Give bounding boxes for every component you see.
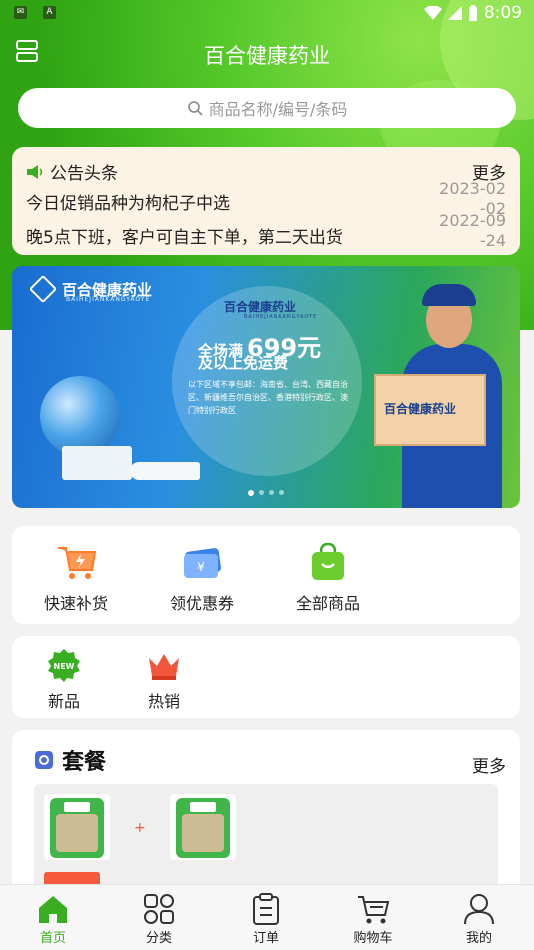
notice-title: 公告头条 bbox=[50, 164, 118, 184]
tab-home[interactable]: 首页 bbox=[13, 893, 93, 946]
battery-icon bbox=[468, 5, 477, 21]
tab-category[interactable]: 分类 bbox=[119, 893, 199, 946]
app-header: 百合健康药业 bbox=[0, 36, 534, 76]
banner-promo-line2: 及以上免运费 bbox=[198, 354, 289, 372]
banner-area-note: 以下区域不享包邮：海南省、台湾、西藏自治区、新疆维吾尔自治区、香港特别行政区、澳… bbox=[188, 380, 348, 415]
carousel-dot[interactable] bbox=[248, 490, 254, 496]
svg-text:NEW: NEW bbox=[54, 662, 75, 671]
tab-orders[interactable]: 订单 bbox=[226, 893, 306, 946]
search-input[interactable]: 商品名称/编号/条码 bbox=[18, 88, 516, 128]
parcel-box-label: 百合健康药业 bbox=[384, 402, 457, 416]
combo-more-link[interactable]: 更多 bbox=[472, 752, 506, 777]
quick-action-all-products[interactable]: 全部商品 bbox=[278, 540, 378, 614]
plus-icon: + bbox=[134, 820, 146, 836]
truck-illustration bbox=[62, 446, 132, 480]
combo-title: 套餐 bbox=[62, 750, 107, 775]
train-illustration bbox=[130, 462, 200, 480]
courier-cap bbox=[422, 284, 476, 306]
carousel-dot[interactable] bbox=[259, 490, 264, 495]
category-card: NEW 新品 热销 bbox=[12, 636, 520, 718]
notice-date: 2022-09-24 bbox=[439, 211, 506, 250]
tab-cart[interactable]: 购物车 bbox=[333, 893, 413, 946]
category-new[interactable]: NEW 新品 bbox=[14, 648, 114, 712]
home-icon bbox=[39, 896, 67, 923]
cart-lightning-icon bbox=[54, 540, 98, 584]
brand-logo-icon bbox=[30, 276, 56, 302]
search-icon bbox=[187, 101, 203, 116]
bottom-tab-bar: 首页 分类 订单 购物车 我的 bbox=[0, 884, 534, 950]
app-notification-icon: A bbox=[43, 6, 56, 19]
megaphone-icon bbox=[27, 164, 43, 179]
carousel-dot[interactable] bbox=[269, 490, 274, 495]
notice-header: 公告头条 bbox=[26, 159, 118, 184]
carousel-dot[interactable] bbox=[279, 490, 284, 495]
crown-icon bbox=[146, 648, 182, 682]
wifi-icon bbox=[423, 6, 442, 20]
coupon-icon: ¥ bbox=[180, 540, 224, 584]
banner-brand-secondary-en: BAIHEJIANKANGYAOYE bbox=[244, 314, 318, 320]
quick-actions-card: 快速补货 ¥ 领优惠券 全部商品 bbox=[12, 526, 520, 624]
category-icon bbox=[144, 894, 174, 924]
notice-item[interactable]: 晚5点下班，客户可自主下单，第二天出货 bbox=[26, 223, 343, 248]
combo-item[interactable]: + bbox=[34, 784, 498, 894]
carousel-indicator bbox=[248, 490, 284, 496]
notice-card: 公告头条 更多 今日促销品种为枸杞子中选 2023-02-02 晚5点下班，客户… bbox=[12, 147, 520, 255]
banner-brand-en: BAIHEJIANKANGYAOYE bbox=[66, 296, 151, 303]
notice-item[interactable]: 今日促销品种为枸杞子中选 bbox=[26, 189, 230, 214]
shopping-bag-icon bbox=[306, 540, 350, 584]
signal-icon bbox=[447, 6, 462, 20]
combo-header: 套餐 bbox=[34, 744, 106, 776]
product-thumbnail[interactable] bbox=[44, 794, 110, 860]
page-title: 百合健康药业 bbox=[204, 44, 330, 68]
svg-text:¥: ¥ bbox=[197, 560, 205, 574]
cart-icon bbox=[358, 896, 390, 924]
tab-profile[interactable]: 我的 bbox=[439, 893, 519, 946]
product-thumbnail[interactable] bbox=[170, 794, 236, 860]
mail-notification-icon: ✉ bbox=[14, 6, 27, 19]
new-badge-icon: NEW bbox=[46, 648, 82, 682]
quick-action-restock[interactable]: 快速补货 bbox=[26, 540, 126, 614]
category-hot[interactable]: 热销 bbox=[114, 648, 214, 712]
quick-action-coupon[interactable]: ¥ 领优惠券 bbox=[152, 540, 252, 614]
banner-brand-secondary: 百合健康药业 bbox=[224, 300, 297, 314]
status-bar: ✉ A 8:09 bbox=[0, 0, 534, 28]
globe-illustration bbox=[40, 376, 120, 456]
order-icon bbox=[253, 893, 279, 925]
status-time: 8:09 bbox=[483, 3, 522, 23]
user-icon bbox=[464, 894, 494, 925]
combo-icon bbox=[35, 751, 53, 769]
promo-banner[interactable]: 百合健康药业 BAIHEJIANKANGYAOYE 百合健康药业 BAIHEJI… bbox=[12, 266, 520, 508]
search-placeholder: 商品名称/编号/条码 bbox=[208, 100, 348, 119]
